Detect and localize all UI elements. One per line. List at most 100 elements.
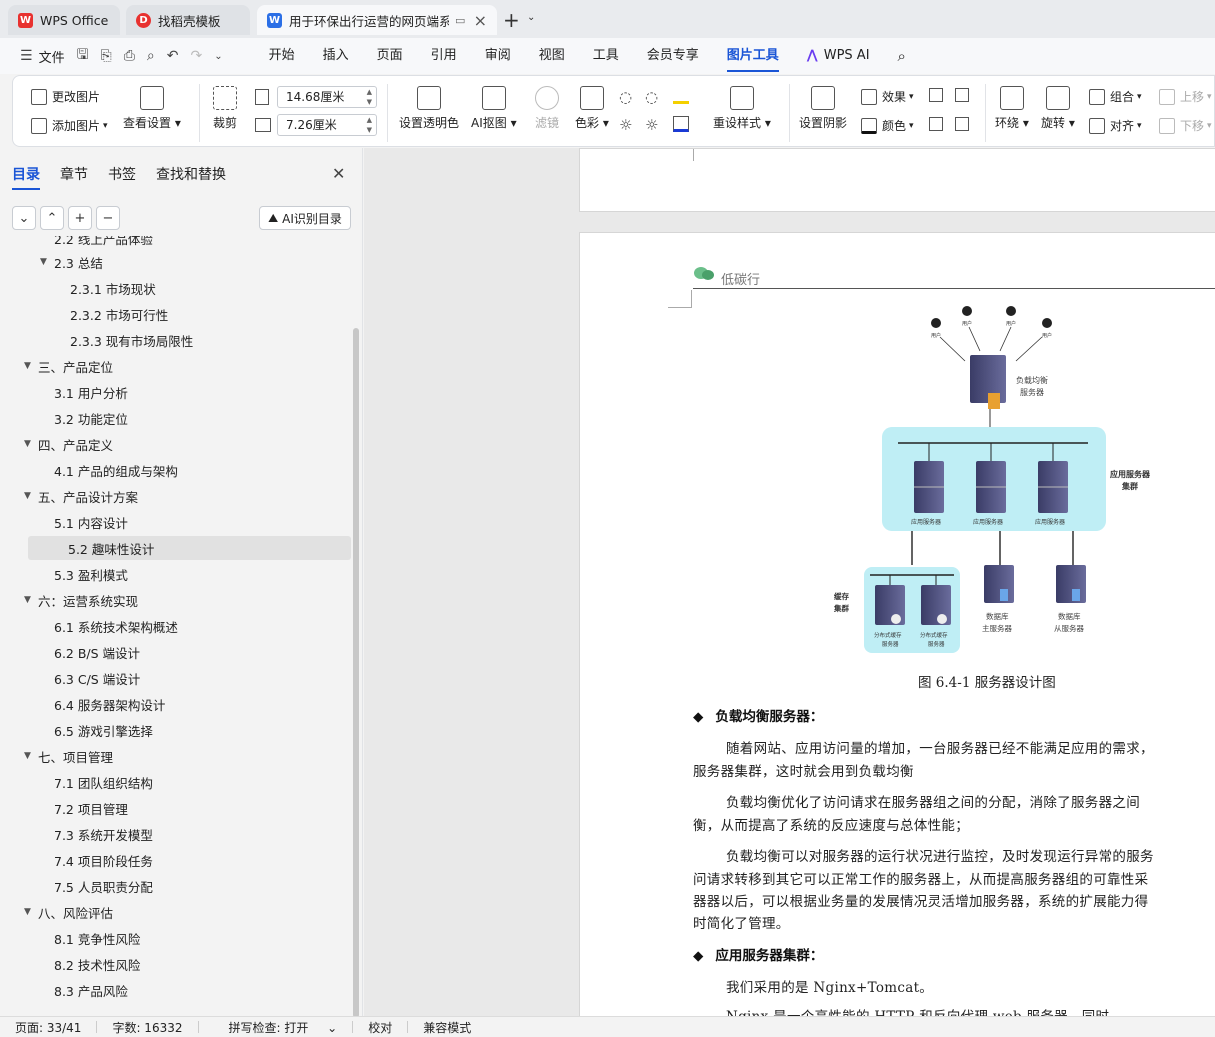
align-button[interactable]: 对齐 ▾ xyxy=(1089,117,1142,134)
toc-item[interactable]: ▼ 七、项目管理 xyxy=(24,744,113,768)
export-icon[interactable]: ⎘ xyxy=(101,48,112,64)
new-tab-icon[interactable]: + xyxy=(503,8,520,32)
toc-item[interactable]: 2.3.1 市场现状 xyxy=(56,276,156,300)
hamburger-icon[interactable]: ☰ xyxy=(20,48,33,64)
set-transparent-button[interactable]: 设置透明色 xyxy=(399,86,459,131)
expand-triangle-icon[interactable]: ▼ xyxy=(24,907,38,917)
rotate-button[interactable]: 旋转 ▾ xyxy=(1041,86,1075,131)
toc-item[interactable]: ▼ 六：运营系统实现 xyxy=(24,588,138,612)
highlight-icon[interactable] xyxy=(673,88,689,104)
width-input[interactable]: 14.68厘米 ▲ ▼ xyxy=(277,86,377,108)
menu-tools[interactable]: 工具 xyxy=(579,38,633,74)
group-button[interactable]: 组合 ▾ xyxy=(1089,88,1142,105)
shadow-up-icon[interactable] xyxy=(929,88,943,102)
expand-triangle-icon[interactable]: ▼ xyxy=(24,491,38,501)
close-icon[interactable]: × xyxy=(474,11,487,30)
expand-triangle-icon[interactable]: ▼ xyxy=(24,439,38,449)
fill-color-button[interactable]: 颜色 ▾ xyxy=(861,117,914,134)
toc-item[interactable]: 6.2 B/S 端设计 xyxy=(40,640,140,664)
height-input[interactable]: 7.26厘米 ▲ ▼ xyxy=(277,114,377,136)
menu-review[interactable]: 审阅 xyxy=(471,38,525,74)
toc-item[interactable]: 6.1 系统技术架构概述 xyxy=(40,614,178,638)
tab-docer[interactable]: D 找稻壳模板 xyxy=(126,5,250,35)
page-indicator[interactable]: 页面: 33/41 xyxy=(0,1019,96,1036)
color-button[interactable]: 色彩 ▾ xyxy=(575,86,609,131)
remove-heading-icon[interactable]: − xyxy=(96,206,120,230)
tab-chapters[interactable]: 章节 xyxy=(60,164,88,190)
expand-triangle-icon[interactable]: ▼ xyxy=(24,751,38,761)
add-image-button[interactable]: 添加图片 ▾ xyxy=(31,117,108,134)
brightness-up-icon[interactable]: ◌ xyxy=(619,88,632,106)
crop-button[interactable]: 裁剪 xyxy=(213,86,237,131)
menu-references[interactable]: 引用 xyxy=(417,38,471,74)
toc-item[interactable]: 8.2 技术性风险 xyxy=(40,952,140,976)
toc-item[interactable]: ▼ 八、风险评估 xyxy=(24,900,113,924)
shadow-left-icon[interactable] xyxy=(929,117,943,131)
filter-button[interactable]: 滤镜 xyxy=(535,86,559,131)
toc-item[interactable]: 6.4 服务器架构设计 xyxy=(40,692,165,716)
expand-triangle-icon[interactable]: ▼ xyxy=(24,595,38,605)
tab-document[interactable]: W 用于环保出行运营的网页端系 ▭ × xyxy=(257,5,497,35)
search-icon[interactable]: ⌕ xyxy=(884,38,920,74)
tab-toc[interactable]: 目录 xyxy=(12,164,40,190)
toc-item[interactable]: 7.5 人员职责分配 xyxy=(40,874,153,898)
toc-item[interactable]: 2.3.3 现有市场局限性 xyxy=(56,328,193,352)
move-down-button[interactable]: 下移 ▾ xyxy=(1159,117,1212,134)
toc-item[interactable]: 3.2 功能定位 xyxy=(40,406,128,430)
expand-triangle-icon[interactable]: ▼ xyxy=(40,257,54,267)
shadow-down-icon[interactable] xyxy=(955,88,969,102)
toc-item[interactable]: ▼ 五、产品设计方案 xyxy=(24,484,138,508)
toc-item[interactable]: 5.1 内容设计 xyxy=(40,510,128,534)
toc-item[interactable]: 7.4 项目阶段任务 xyxy=(40,848,153,872)
toc-item[interactable]: 7.1 团队组织结构 xyxy=(40,770,153,794)
toc-item[interactable]: 3.1 用户分析 xyxy=(40,380,128,404)
menu-home[interactable]: 开始 xyxy=(255,38,309,74)
proofread-button[interactable]: 校对 xyxy=(353,1019,407,1036)
tab-wps-office[interactable]: W WPS Office xyxy=(8,5,120,35)
contrast-down-icon[interactable]: ☼ xyxy=(645,116,658,134)
border-color-icon[interactable] xyxy=(673,116,689,132)
add-heading-icon[interactable]: + xyxy=(68,206,92,230)
toc-item[interactable]: 6.3 C/S 端设计 xyxy=(40,666,140,690)
view-settings-button[interactable]: 查看设置 ▾ xyxy=(123,86,181,131)
ai-cutout-button[interactable]: AI抠图 ▾ xyxy=(471,86,517,131)
toc-item[interactable]: 2.2 线上产品体验 xyxy=(40,236,153,250)
toc-scrollbar[interactable] xyxy=(353,328,359,1018)
shadow-right-icon[interactable] xyxy=(955,117,969,131)
menu-file[interactable]: 文件 xyxy=(39,47,65,66)
undo-icon[interactable]: ↶ xyxy=(167,48,179,64)
redo-icon[interactable]: ↷ xyxy=(191,48,203,64)
more-chevron-icon[interactable]: ⌄ xyxy=(214,51,222,62)
toc-item[interactable]: ▼ 三、产品定位 xyxy=(24,354,113,378)
toc-item[interactable]: 7.2 项目管理 xyxy=(40,796,128,820)
expand-triangle-icon[interactable]: ▼ xyxy=(24,361,38,371)
print-icon[interactable]: ⎙ xyxy=(124,48,135,64)
menu-page[interactable]: 页面 xyxy=(363,38,417,74)
tab-find-replace[interactable]: 查找和替换 xyxy=(156,164,226,190)
close-pane-icon[interactable]: ✕ xyxy=(332,164,345,183)
monitor-icon[interactable]: ▭ xyxy=(455,14,465,27)
tab-bookmarks[interactable]: 书签 xyxy=(108,164,136,190)
menu-picture-tools[interactable]: 图片工具 xyxy=(713,38,793,74)
menu-view[interactable]: 视图 xyxy=(525,38,579,74)
wrap-button[interactable]: 环绕 ▾ xyxy=(995,86,1029,131)
toc-item[interactable]: 4.1 产品的组成与架构 xyxy=(40,458,178,482)
brightness-down-icon[interactable]: ☼ xyxy=(619,116,632,134)
chevron-down-icon[interactable]: ⌄ xyxy=(527,12,535,23)
toc-item[interactable]: 7.3 系统开发模型 xyxy=(40,822,153,846)
change-image-button[interactable]: 更改图片 xyxy=(31,88,100,105)
toc-item[interactable]: 2.3.2 市场可行性 xyxy=(56,302,168,326)
toc-item[interactable]: 8.1 竞争性风险 xyxy=(40,926,140,950)
effect-button[interactable]: 效果 ▾ xyxy=(861,88,914,105)
menu-member[interactable]: 会员专享 xyxy=(633,38,713,74)
contrast-up-icon[interactable]: ◌ xyxy=(645,88,658,106)
expand-down-icon[interactable]: ⌄ xyxy=(12,206,36,230)
print-preview-icon[interactable]: ⌕ xyxy=(147,48,155,64)
menu-wps-ai[interactable]: ⋀ WPS AI xyxy=(793,38,884,74)
server-architecture-diagram[interactable]: 用户 用户 用户 用户 负载均衡 服务器 应用服务器 应用服务器 应用服务器 应… xyxy=(830,303,1210,665)
document-canvas[interactable]: 低碳行 用户 用户 用户 用户 负载均衡 服务器 应用服务器 应用服务器 应用服… xyxy=(364,148,1215,1016)
move-up-button[interactable]: 上移 ▾ xyxy=(1159,88,1212,105)
spell-check-toggle[interactable]: 拼写检查: 打开 ⌄ xyxy=(199,1019,353,1036)
toc-item[interactable]: ▼ 四、产品定义 xyxy=(24,432,113,456)
word-count[interactable]: 字数: 16332 xyxy=(97,1019,197,1036)
